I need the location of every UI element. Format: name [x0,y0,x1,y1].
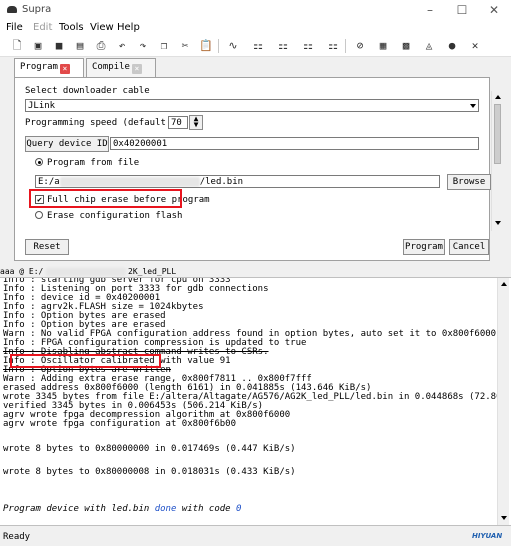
scroll-thumb[interactable] [494,104,501,164]
query-device-button[interactable]: Query device ID [25,136,109,152]
erase-config-label: Erase configuration flash [47,211,183,221]
device-id-value: 0x40200001 [113,139,168,149]
watermark-logo: HIYUAN [472,532,503,540]
chip-icon[interactable]: ◬ [421,38,437,54]
redacted-path: x [59,177,200,187]
scroll-down-icon[interactable] [492,217,503,229]
log-header-suffix: 2K_led_PLL [128,267,177,276]
program-from-file-label: Program from file [47,158,140,168]
file-path-end: /led.bin [199,177,244,187]
cable-select[interactable]: JLink [25,99,479,112]
highlight-box [29,189,182,208]
new-file-icon[interactable]: 🗋 [9,38,25,54]
scroll-up-icon[interactable] [498,278,509,290]
compile-icon[interactable]: ⊘ [352,38,368,54]
menu-bar: File Edit Tools View Help [0,20,511,35]
menu-view[interactable]: View [90,22,114,33]
tool-2-icon[interactable]: ⚏ [275,38,291,54]
toolbar-separator [345,39,346,53]
tool-1-icon[interactable]: ⚏ [250,38,266,54]
tab-program-label: Program [20,62,58,72]
final-code: 0 [236,504,242,514]
save-all-icon[interactable]: ▤ [72,38,88,54]
window-title: Supra [22,4,52,15]
speed-value: 70 [171,118,182,128]
undo-icon[interactable]: ↶ [114,38,130,54]
file-path-field[interactable]: E:/ax/led.bin [35,175,440,188]
menu-edit[interactable]: Edit [33,22,52,33]
highlight-box [10,354,161,368]
status-bar: Ready HIYUAN [0,529,511,546]
menu-tools[interactable]: Tools [59,22,84,33]
log-line: wrote 8 bytes to 0x80000008 in 0.018031s… [3,467,296,477]
speed-stepper[interactable]: ▲ ▼ [189,115,203,130]
browse-button[interactable]: Browse [447,174,491,190]
redo-icon[interactable]: ↷ [135,38,151,54]
tab-close-icon[interactable]: × [131,64,142,74]
scroll-down-icon[interactable] [498,512,509,524]
log-line: wrote 8 bytes to 0x80000000 in 0.017469s… [3,444,296,454]
tool-4-icon[interactable]: ⚏ [325,38,341,54]
cable-value: JLink [28,101,56,111]
log-header-prefix: aaa @ E:/ [0,267,44,276]
tool-3-icon[interactable]: ⚏ [300,38,316,54]
reset-button[interactable]: Reset [25,239,69,255]
final-mid: with code [176,504,237,514]
menu-file[interactable]: File [6,22,23,33]
tab-program[interactable]: Program × [14,58,84,77]
log-scrollbar[interactable] [497,278,509,525]
log-line: agrv wrote fpga configuration at 0x800f6… [3,419,236,429]
close-icon[interactable]: ✕ [484,2,504,18]
open-icon[interactable]: ▣ [30,38,46,54]
program-icon[interactable]: ∿ [225,38,241,54]
toolbar-separator [218,39,219,53]
program-from-file-radio[interactable] [35,158,43,166]
log-header: aaa @ E:/ x 2K_led_PLL [0,267,511,277]
panel-scrollbar[interactable] [491,91,503,231]
cable-label: Select downloader cable [25,86,150,96]
title-bar: Supra – ☐ ✕ [0,0,511,20]
cable-icon[interactable]: ● [444,38,460,54]
redacted-header: x [46,268,126,276]
final-prefix: Program device with led.bin [3,504,155,514]
cut-icon[interactable]: ✂ [177,38,193,54]
program-button[interactable]: Program [403,239,445,255]
paste-icon[interactable]: 📋 [198,38,214,54]
close-x-icon[interactable]: ✕ [467,38,483,54]
copy-icon[interactable]: ❐ [156,38,172,54]
speed-input[interactable]: 70 [168,116,188,129]
tab-close-icon[interactable]: × [59,64,70,74]
app-logo-icon [7,6,17,13]
chevron-down-icon [470,104,476,108]
file-path-start: E:/a [38,177,60,187]
maximize-icon[interactable]: ☐ [452,2,472,18]
settings-icon[interactable]: ▦ [375,38,391,54]
save-icon[interactable]: ■ [51,38,67,54]
menu-help[interactable]: Help [117,22,140,33]
minimize-icon[interactable]: – [420,2,440,18]
log-line-final: Program device with led.bin done with co… [3,504,241,514]
status-text: Ready [3,532,31,542]
erase-config-radio[interactable] [35,211,43,219]
tab-compile-label: Compile [92,62,130,72]
final-done: done [154,504,177,514]
scroll-up-icon[interactable] [492,91,503,103]
table-icon[interactable]: ▩ [398,38,414,54]
device-id-field[interactable]: 0x40200001 [110,137,479,150]
program-panel: Select downloader cable JLink Programmin… [14,77,491,261]
toolbar: 🗋 ▣ ■ ▤ ⎙ ↶ ↷ ❐ ✂ 📋 ∿ ⚏ ⚏ ⚏ ⚏ ⊘ ▦ ▩ ◬ ● … [0,35,511,57]
tab-compile[interactable]: Compile × [86,58,156,77]
print-icon[interactable]: ⎙ [93,38,109,54]
log-output[interactable]: Info : starting gdb server for cpu on 33… [0,277,511,526]
cancel-button[interactable]: Cancel [449,239,489,255]
